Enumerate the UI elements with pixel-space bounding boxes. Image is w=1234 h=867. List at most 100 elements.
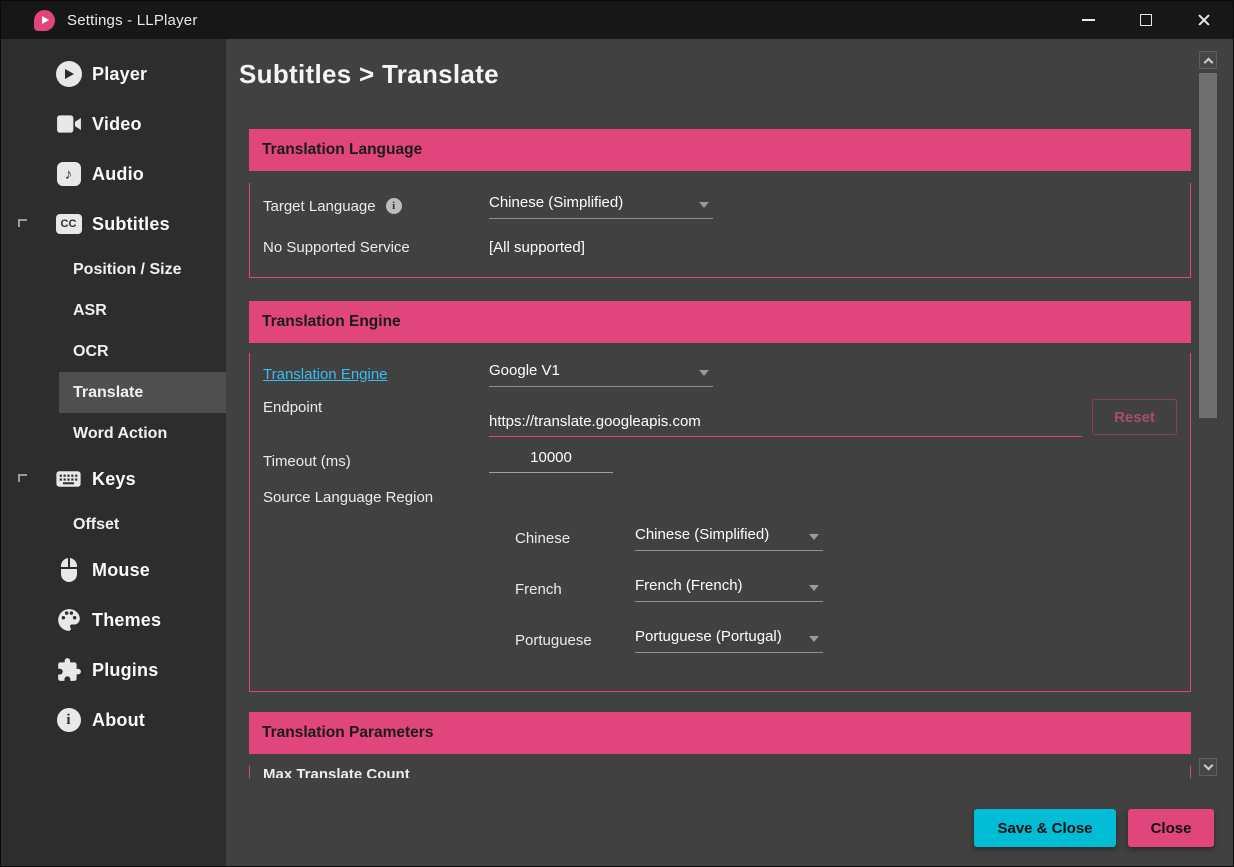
sidebar-subitem-label: Translate	[73, 384, 143, 402]
target-language-label: Target Language i	[263, 198, 489, 215]
sidebar-subitem-label: ASR	[73, 302, 107, 320]
chevron-down-icon	[699, 370, 709, 376]
section-header: Translation Language	[249, 129, 1191, 171]
sidebar-item-word-action[interactable]: Word Action	[59, 413, 226, 454]
sidebar-item-video[interactable]: Video	[1, 99, 226, 149]
puzzle-icon	[55, 657, 82, 683]
section-body: Max Translate Count	[249, 766, 1191, 778]
sidebar-nav: Player Video ♪ Audio CC Subtitles Positi…	[1, 39, 226, 866]
info-icon: i	[55, 708, 82, 732]
settings-window: Settings - LLPlayer Player Video ♪ Audio…	[0, 0, 1234, 867]
sidebar-item-label: Keys	[92, 469, 136, 490]
section-translation-engine: Translation Engine Translation Engine Go…	[249, 301, 1191, 692]
sidebar-item-mouse[interactable]: Mouse	[1, 545, 226, 595]
scroll-viewport: Subtitles > Translate Translation Langua…	[226, 39, 1233, 778]
scrollbar-up-button[interactable]	[1199, 51, 1217, 69]
close-button[interactable]	[1175, 1, 1233, 39]
sidebar-item-label: Themes	[92, 610, 161, 631]
reset-button[interactable]: Reset	[1092, 399, 1177, 435]
sidebar-item-ocr[interactable]: OCR	[59, 331, 226, 372]
french-region-dropdown[interactable]: French (French)	[635, 577, 823, 602]
chevron-down-icon	[809, 636, 819, 642]
target-language-dropdown[interactable]: Chinese (Simplified)	[489, 194, 713, 219]
sidebar-item-label: Audio	[92, 164, 144, 185]
sidebar-subitem-label: OCR	[73, 343, 109, 361]
sidebar-subitem-label: Offset	[73, 516, 119, 534]
llplayer-logo-icon	[34, 10, 55, 31]
keyboard-icon	[55, 468, 82, 490]
page-title: Subtitles > Translate	[239, 59, 1233, 95]
titlebar: Settings - LLPlayer	[1, 1, 1233, 39]
sidebar-item-themes[interactable]: Themes	[1, 595, 226, 645]
close-settings-button[interactable]: Close	[1128, 809, 1214, 847]
sidebar-item-translate-selected[interactable]: Translate	[59, 372, 226, 413]
field-label: Chinese	[515, 530, 635, 547]
dropdown-value: Chinese (Simplified)	[489, 194, 623, 211]
chevron-down-icon	[1203, 761, 1213, 771]
sidebar-item-about[interactable]: i About	[1, 695, 226, 745]
dropdown-value: Google V1	[489, 362, 560, 379]
field-label: French	[515, 581, 635, 598]
sidebar-item-keys[interactable]: Keys	[1, 454, 226, 504]
mouse-icon	[55, 557, 82, 583]
sidebar-item-label: Plugins	[92, 660, 158, 681]
chevron-down-icon	[699, 202, 709, 208]
dropdown-value: Chinese (Simplified)	[635, 526, 769, 543]
sidebar-item-position-size[interactable]: Position / Size	[59, 249, 226, 290]
dropdown-value: Portuguese (Portugal)	[635, 628, 782, 645]
sidebar-item-label: Player	[92, 64, 147, 85]
chinese-region-dropdown[interactable]: Chinese (Simplified)	[635, 526, 823, 551]
scrollbar-down-button[interactable]	[1199, 758, 1217, 776]
scrollbar-thumb[interactable]	[1199, 73, 1217, 418]
window-title: Settings - LLPlayer	[67, 12, 198, 29]
section-translation-parameters: Translation Parameters Max Translate Cou…	[249, 712, 1191, 778]
field-row-target-language: Target Language i Chinese (Simplified)	[263, 183, 1190, 229]
video-camera-icon	[55, 113, 82, 135]
portuguese-region-dropdown[interactable]: Portuguese (Portugal)	[635, 628, 823, 653]
info-icon[interactable]: i	[386, 198, 402, 214]
sidebar-item-label: About	[92, 710, 145, 731]
music-note-icon: ♪	[55, 162, 82, 186]
field-label: Portuguese	[515, 632, 635, 649]
field-row-source-region: Source Language Region	[263, 481, 1190, 513]
section-header: Translation Parameters	[249, 712, 1191, 754]
sidebar-item-asr[interactable]: ASR	[59, 290, 226, 331]
no-supported-service-value: [All supported]	[489, 239, 585, 256]
sidebar-item-subtitles[interactable]: CC Subtitles	[1, 199, 226, 249]
closed-captions-icon: CC	[55, 214, 82, 234]
chevron-down-icon	[809, 585, 819, 591]
timeout-input[interactable]	[489, 449, 613, 473]
window-controls	[1059, 1, 1233, 39]
minimize-button[interactable]	[1059, 1, 1117, 39]
field-row-timeout: Timeout (ms)	[263, 441, 1190, 481]
palette-icon	[55, 607, 82, 633]
sidebar-item-plugins[interactable]: Plugins	[1, 645, 226, 695]
settings-content: Subtitles > Translate Translation Langua…	[226, 39, 1233, 866]
chevron-down-icon	[809, 534, 819, 540]
section-header: Translation Engine	[249, 301, 1191, 343]
collapse-expander-icon[interactable]	[18, 474, 27, 482]
maximize-button[interactable]	[1117, 1, 1175, 39]
translation-engine-link[interactable]: Translation Engine	[263, 366, 388, 383]
engine-dropdown[interactable]: Google V1	[489, 362, 713, 387]
save-and-close-button[interactable]: Save & Close	[974, 809, 1116, 847]
sidebar-item-audio[interactable]: ♪ Audio	[1, 149, 226, 199]
field-row-engine: Translation Engine Google V1	[263, 353, 1190, 395]
sidebar-item-label: Mouse	[92, 560, 150, 581]
field-label: Source Language Region	[263, 489, 433, 506]
sidebar-item-offset[interactable]: Offset	[59, 504, 226, 545]
field-label: Timeout (ms)	[263, 453, 351, 470]
sidebar-subitem-label: Word Action	[73, 425, 167, 443]
sidebar-subitem-label: Position / Size	[73, 261, 181, 279]
field-label: Target Language	[263, 198, 376, 215]
chevron-up-icon	[1203, 57, 1213, 67]
play-circle-icon	[55, 61, 82, 87]
clipped-field-label: Max Translate Count	[263, 766, 1190, 778]
section-translation-language: Translation Language Target Language i C…	[249, 129, 1191, 278]
collapse-expander-icon[interactable]	[18, 219, 27, 227]
sidebar-item-label: Video	[92, 114, 142, 135]
sidebar-item-player[interactable]: Player	[1, 49, 226, 99]
endpoint-input[interactable]	[489, 413, 1082, 437]
field-row-no-supported-service: No Supported Service [All supported]	[263, 229, 1190, 265]
minimize-icon	[1082, 19, 1095, 21]
